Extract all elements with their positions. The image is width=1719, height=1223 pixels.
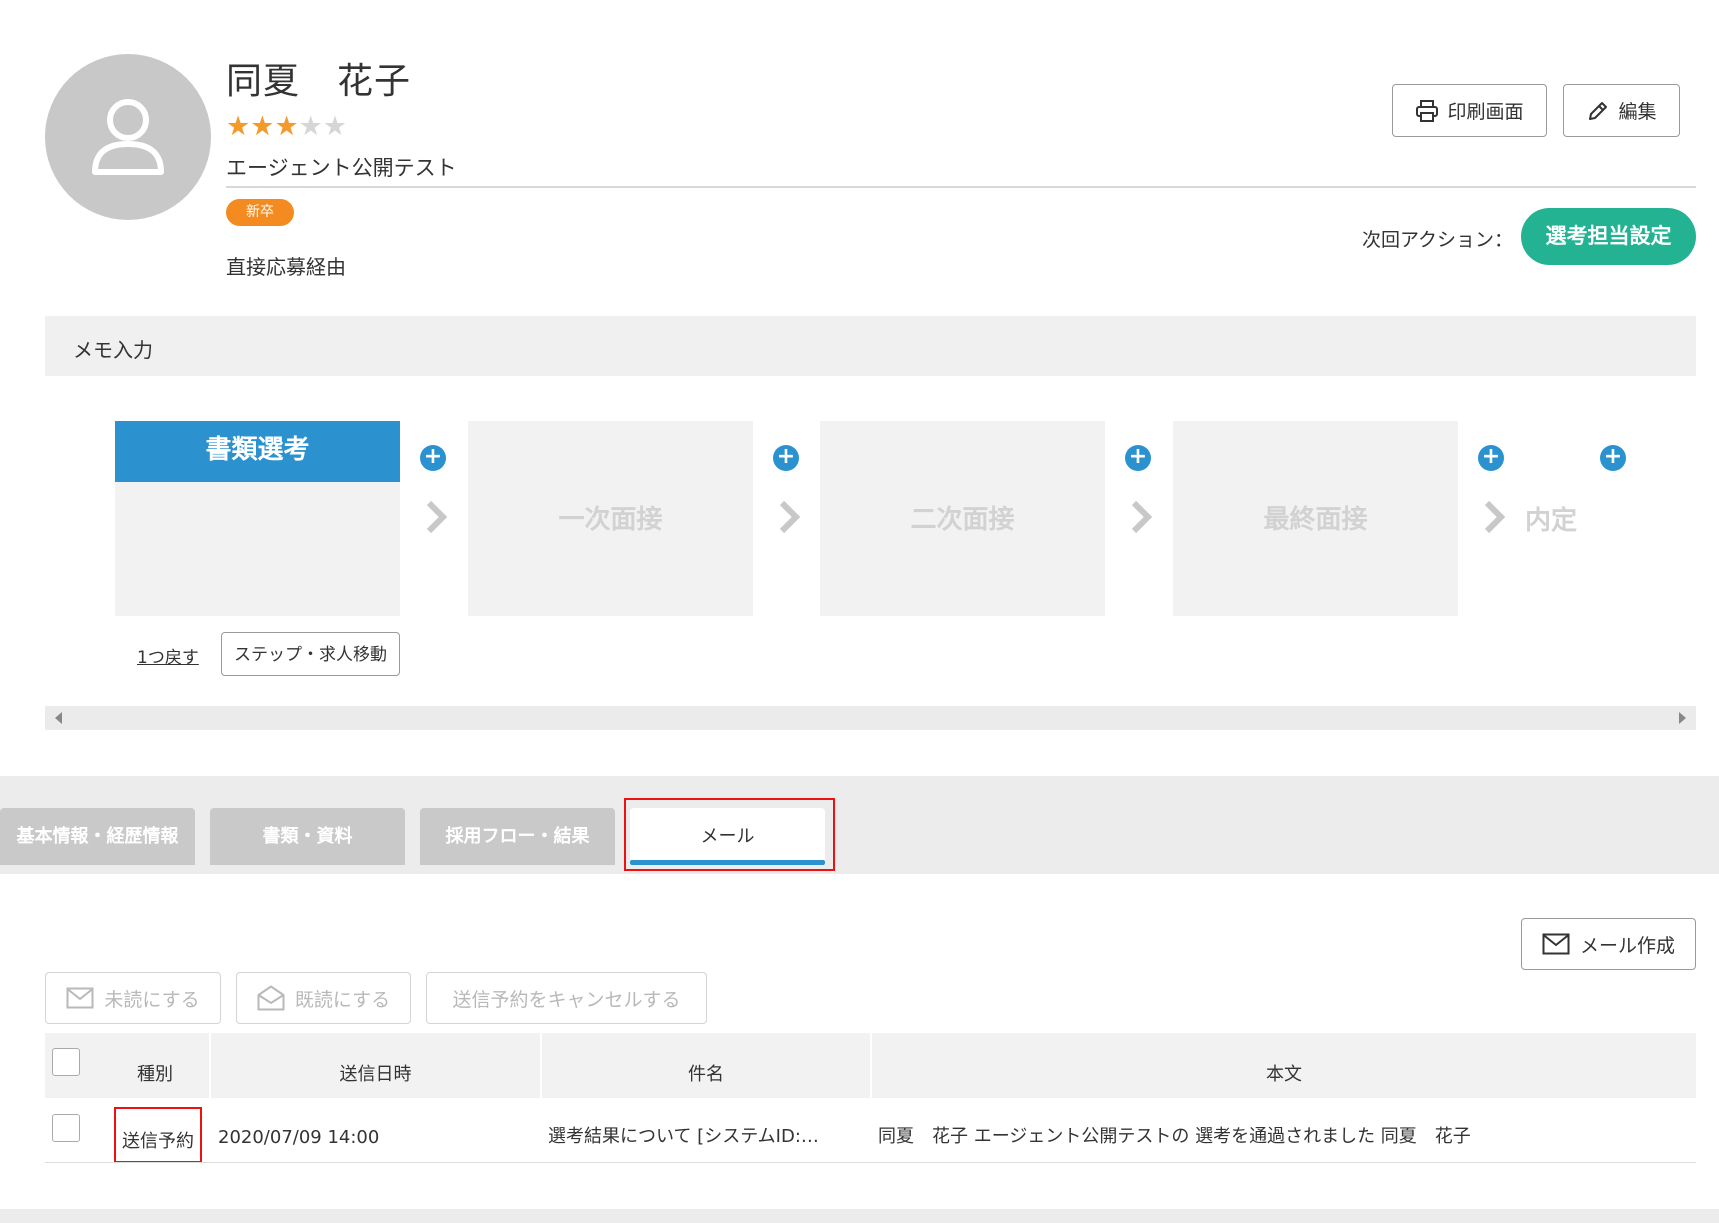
- print-button-label: 印刷画面: [1447, 102, 1524, 123]
- column-header-body: 本文: [1266, 1064, 1302, 1085]
- back-one-step-link[interactable]: 1つ戻す: [137, 643, 199, 668]
- tab-highlight-box: [624, 798, 835, 871]
- flow-scrollbar[interactable]: [45, 706, 1696, 730]
- tab-documents[interactable]: 書類・資料: [210, 808, 405, 865]
- flow-step-label: 一次面接: [558, 505, 663, 535]
- add-step-icon[interactable]: +: [773, 445, 799, 471]
- candidate-name: 同夏 花子: [226, 61, 412, 102]
- column-header-type: 種別: [137, 1064, 173, 1085]
- chevron-right-icon: [426, 500, 448, 534]
- next-action-button[interactable]: 選考担当設定: [1521, 208, 1696, 265]
- mail-body[interactable]: 同夏 花子 エージェント公開テストの 選考を通過されました 同夏 花子: [878, 1122, 1471, 1148]
- select-all-checkbox[interactable]: [52, 1048, 80, 1076]
- mark-unread-label: 未読にする: [104, 989, 200, 1011]
- column-header-subject: 件名: [688, 1064, 724, 1085]
- pencil-icon: [1589, 101, 1608, 120]
- tab-hiring-flow[interactable]: 採用フロー・結果: [420, 808, 615, 865]
- column-header-sent-at: 送信日時: [339, 1064, 412, 1085]
- type-highlight-box: [114, 1107, 202, 1163]
- add-step-icon[interactable]: +: [420, 445, 446, 471]
- add-step-icon[interactable]: +: [1478, 445, 1504, 471]
- rating-stars[interactable]: ★★★★★: [226, 112, 347, 142]
- mail-subject[interactable]: 選考結果について [システムID:…: [548, 1122, 819, 1148]
- flow-step-offer[interactable]: 内定: [1525, 500, 1577, 537]
- mark-unread-button[interactable]: 未読にする: [45, 972, 221, 1024]
- user-icon: [92, 99, 164, 175]
- mark-read-label: 既読にする: [294, 989, 391, 1011]
- star-icon[interactable]: ★: [299, 111, 323, 142]
- add-step-icon[interactable]: +: [1125, 445, 1151, 471]
- mail-sent-at: 2020/07/09 14:00: [218, 1127, 380, 1148]
- next-action-label: 次回アクション：: [1362, 229, 1514, 251]
- mark-read-button[interactable]: 既読にする: [236, 972, 411, 1024]
- row-checkbox[interactable]: [52, 1114, 80, 1142]
- flow-step-second-interview[interactable]: 二次面接: [820, 421, 1105, 616]
- compose-mail-label: メール作成: [1579, 935, 1675, 957]
- scroll-left-icon[interactable]: [55, 712, 62, 724]
- star-icon[interactable]: ★: [226, 111, 250, 142]
- star-icon[interactable]: ★: [250, 111, 274, 142]
- compose-mail-button[interactable]: メール作成: [1521, 918, 1696, 970]
- memo-input[interactable]: メモ入力: [45, 316, 1696, 376]
- cancel-schedule-button[interactable]: 送信予約をキャンセルする: [426, 972, 707, 1024]
- chevron-right-icon: [779, 500, 801, 534]
- chevron-right-icon: [1131, 500, 1153, 534]
- application-source: 直接応募経由: [226, 255, 346, 279]
- page-bottom-strip: [0, 1209, 1719, 1223]
- status-badge: 新卒: [226, 199, 294, 226]
- flow-step-label: 書類選考: [115, 421, 400, 482]
- flow-step-final-interview[interactable]: 最終面接: [1173, 421, 1458, 616]
- flow-step-document-screening[interactable]: 書類選考: [115, 421, 400, 616]
- scroll-right-icon[interactable]: [1679, 712, 1686, 724]
- star-icon[interactable]: ★: [274, 111, 298, 142]
- memo-label: メモ入力: [73, 338, 153, 362]
- header-divider: [226, 186, 1696, 188]
- envelope-icon: [1542, 933, 1570, 955]
- star-icon[interactable]: ★: [323, 111, 347, 142]
- cancel-schedule-label: 送信予約をキャンセルする: [452, 989, 681, 1011]
- edit-button[interactable]: 編集: [1563, 84, 1680, 137]
- tab-basic-info[interactable]: 基本情報・経歴情報: [0, 808, 195, 865]
- flow-step-label: 最終面接: [1263, 505, 1368, 535]
- printer-icon: [1416, 99, 1439, 122]
- company-name: エージェント公開テスト: [226, 156, 457, 180]
- step-move-button[interactable]: ステップ・求人移動: [221, 632, 400, 676]
- edit-button-label: 編集: [1618, 102, 1657, 123]
- envelope-icon: [66, 987, 94, 1009]
- chevron-right-icon: [1484, 500, 1506, 534]
- add-step-icon[interactable]: +: [1600, 445, 1626, 471]
- print-button[interactable]: 印刷画面: [1392, 84, 1547, 137]
- envelope-open-icon: [257, 985, 285, 1011]
- row-divider: [45, 1162, 1696, 1163]
- flow-step-first-interview[interactable]: 一次面接: [468, 421, 753, 616]
- flow-step-label: 二次面接: [910, 505, 1015, 535]
- avatar: [45, 54, 211, 220]
